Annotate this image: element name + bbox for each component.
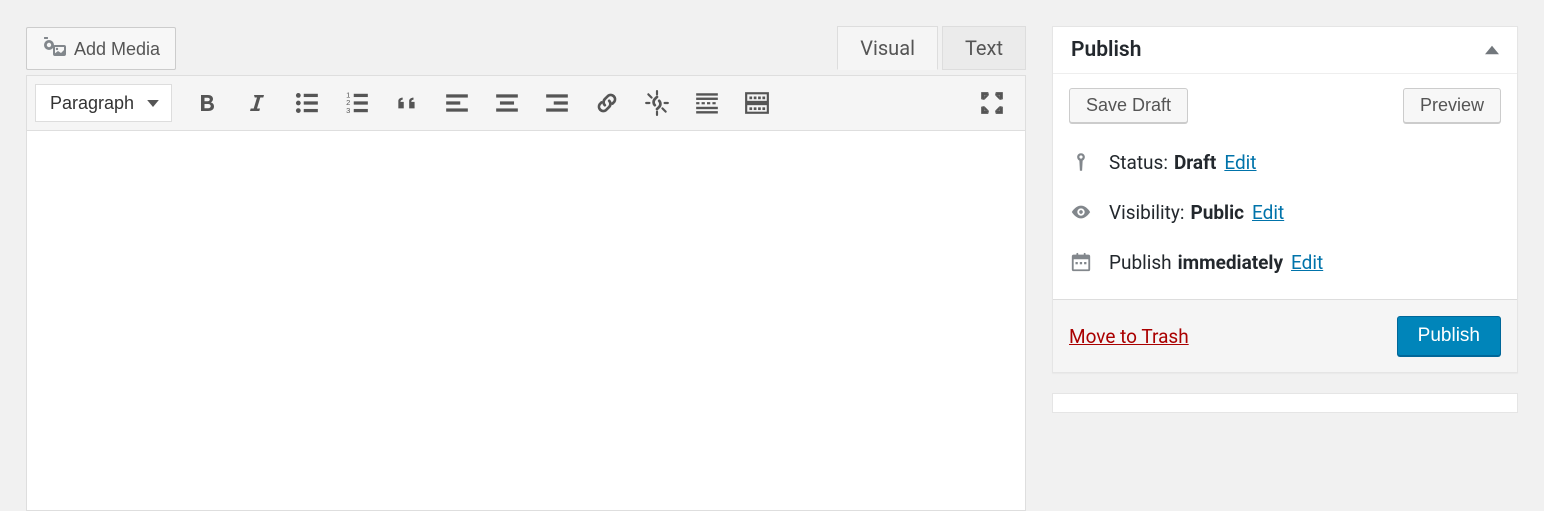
read-more-button[interactable] — [684, 85, 730, 121]
tab-text[interactable]: Text — [942, 26, 1026, 70]
schedule-value: immediately — [1178, 251, 1283, 274]
publish-button[interactable]: Publish — [1397, 316, 1501, 356]
unlink-button[interactable] — [634, 85, 680, 121]
edit-visibility-link[interactable]: Edit — [1252, 201, 1284, 224]
schedule-label: Publish — [1109, 251, 1172, 274]
fullscreen-button[interactable] — [969, 85, 1015, 121]
numbered-list-button[interactable]: 123 — [334, 85, 380, 121]
add-media-label: Add Media — [74, 40, 160, 58]
link-button[interactable] — [584, 85, 630, 121]
pin-icon — [1069, 150, 1093, 174]
italic-button[interactable] — [234, 85, 280, 121]
bullet-list-button[interactable] — [284, 85, 330, 121]
align-right-button[interactable] — [534, 85, 580, 121]
calendar-icon — [1069, 250, 1093, 274]
next-postbox — [1052, 393, 1518, 413]
status-value: Draft — [1174, 151, 1216, 174]
editor-toolbar: Paragraph 123 — [26, 75, 1026, 131]
bold-button[interactable] — [184, 85, 230, 121]
edit-status-link[interactable]: Edit — [1224, 151, 1256, 174]
toolbar-toggle-button[interactable] — [734, 85, 780, 121]
visibility-row: Visibility: Public Edit — [1069, 187, 1501, 237]
format-select[interactable]: Paragraph — [35, 84, 172, 122]
camera-icon — [42, 37, 66, 60]
visibility-label: Visibility: — [1109, 201, 1184, 224]
align-left-button[interactable] — [434, 85, 480, 121]
schedule-row: Publish immediately Edit — [1069, 237, 1501, 287]
status-label: Status: — [1109, 151, 1168, 174]
add-media-button[interactable]: Add Media — [26, 27, 176, 70]
sidebar-column: Publish Save Draft Preview Status: Draft… — [1052, 26, 1518, 511]
publish-box-title: Publish — [1071, 38, 1141, 62]
svg-text:3: 3 — [346, 106, 350, 115]
status-row: Status: Draft Edit — [1069, 137, 1501, 187]
tab-visual[interactable]: Visual — [837, 26, 938, 70]
move-to-trash-link[interactable]: Move to Trash — [1069, 325, 1189, 348]
align-center-button[interactable] — [484, 85, 530, 121]
editor-tabs: Visual Text — [833, 26, 1026, 70]
save-draft-button[interactable]: Save Draft — [1069, 88, 1188, 123]
editor-column: Add Media Visual Text Paragraph — [26, 26, 1026, 511]
preview-button[interactable]: Preview — [1403, 88, 1501, 123]
editor-content-area[interactable] — [26, 131, 1026, 511]
visibility-value: Public — [1190, 201, 1244, 224]
edit-schedule-link[interactable]: Edit — [1291, 251, 1323, 274]
blockquote-button[interactable] — [384, 85, 430, 121]
collapse-toggle-icon[interactable] — [1485, 43, 1499, 57]
publish-box: Publish Save Draft Preview Status: Draft… — [1052, 26, 1518, 373]
eye-icon — [1069, 200, 1093, 224]
